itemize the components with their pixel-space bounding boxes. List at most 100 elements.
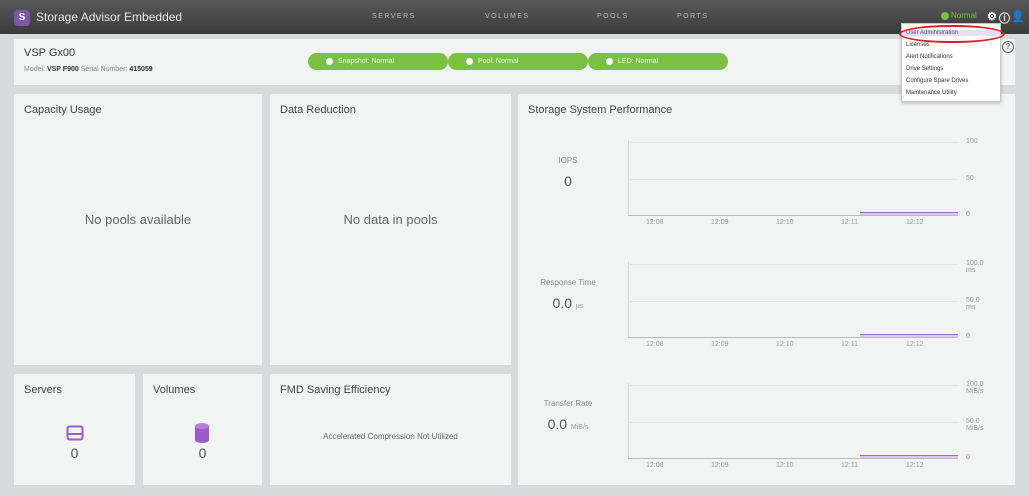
empty-message: No pools available	[84, 212, 192, 227]
x-tick-label: 12:10	[776, 219, 794, 226]
gridline	[628, 301, 958, 302]
check-icon	[326, 58, 333, 65]
check-icon	[606, 58, 613, 65]
menu-item-licenses[interactable]: Licenses	[906, 42, 930, 48]
series-bar	[860, 212, 958, 215]
metric-label: IOPS	[558, 156, 578, 165]
gridline	[628, 264, 958, 265]
x-tick-label: 12:12	[906, 462, 924, 469]
x-tick-label: 12:11	[841, 341, 858, 348]
x-tick-label: 12:10	[776, 341, 794, 348]
x-tick-label: 12:11	[841, 462, 858, 469]
x-axis	[628, 458, 958, 459]
metric-value: 0	[564, 173, 572, 189]
y-tick-label: 0	[966, 333, 970, 340]
serial-value: 415059	[129, 66, 153, 73]
status-text[interactable]: Normal	[951, 11, 977, 20]
fmd-saving-card: FMD Saving Efficiency Accelerated Compre…	[270, 374, 511, 485]
y-tick-label: 100.0 ms	[966, 260, 984, 274]
servers-count: 0	[70, 445, 79, 461]
card-title: FMD Saving Efficiency	[280, 384, 391, 396]
system-summary-card: VSP Gx00 Model: VSP F900 Serial Number: …	[14, 39, 1015, 85]
gridline	[628, 422, 958, 423]
data-reduction-card: Data Reduction No data in pools	[270, 94, 511, 365]
card-title: Volumes	[153, 384, 196, 396]
nav-pools[interactable]: POOLS	[597, 13, 629, 20]
app-title: Storage Advisor Embedded	[36, 10, 183, 24]
x-tick-label: 12:09	[711, 341, 729, 348]
system-name: VSP Gx00	[24, 47, 76, 59]
nav-ports[interactable]: PORTS	[677, 13, 709, 20]
servers-card[interactable]: Servers 0	[14, 374, 135, 485]
metric-1: Response Time 0.0 µs	[518, 278, 618, 311]
server-drive-icon	[66, 425, 84, 441]
y-tick-label: 50.0 MiB/s	[966, 418, 984, 432]
serial-label: Serial Number:	[80, 66, 128, 73]
metric-2: Transfer Rate 0.0 MiB/s	[518, 399, 618, 432]
volumes-card[interactable]: Volumes 0	[143, 374, 262, 485]
check-icon	[466, 58, 473, 65]
snapshot-status-pill[interactable]: Snapshot: Normal	[308, 53, 448, 70]
y-axis-line	[628, 383, 629, 459]
user-icon[interactable]: 👤	[1011, 10, 1025, 23]
x-axis	[628, 337, 958, 338]
perf-chart-0: 100 50 0 12:08 12:09 12:10 12:11 12:12	[628, 134, 978, 226]
x-tick-label: 12:12	[906, 219, 924, 226]
x-tick-label: 12:09	[711, 219, 729, 226]
fmd-message: Accelerated Compression Not Utilized	[323, 432, 458, 441]
gridline	[628, 142, 958, 143]
y-tick-label: 0	[966, 454, 970, 461]
x-axis	[628, 215, 958, 216]
menu-item-alert-notifications[interactable]: Alert Notifications	[906, 54, 953, 60]
menu-item-configure-spare-drives[interactable]: Configure Spare Drives	[906, 78, 968, 84]
series-bar	[860, 334, 958, 337]
y-axis-line	[628, 262, 629, 338]
y-tick-label: 100	[966, 138, 978, 145]
y-tick-label: 50.0 ms	[966, 297, 980, 311]
snapshot-status-label: Snapshot: Normal	[338, 58, 395, 65]
perf-chart-2: 100.0 MiB/s 50.0 MiB/s 0 12:08 12:09 12:10 12:…	[628, 377, 984, 469]
model-label: Model:	[24, 66, 46, 73]
pool-status-pill[interactable]: Pool: Normal	[448, 53, 588, 70]
status-icon	[941, 12, 949, 20]
card-title: Servers	[24, 384, 62, 396]
x-tick-label: 12:09	[711, 462, 729, 469]
model-value: VSP F900	[46, 66, 79, 73]
card-title: Storage System Performance	[528, 104, 673, 116]
metric-value: 0.0 MiB/s	[547, 416, 589, 432]
performance-card: Storage System Performance IOPS 0 100 50 0 1…	[518, 94, 1015, 485]
x-tick-label: 12:08	[646, 219, 664, 226]
help-icon[interactable]: ?	[1002, 41, 1014, 53]
capacity-usage-card: Capacity Usage No pools available	[14, 94, 262, 365]
metric-label: Response Time	[540, 278, 596, 287]
system-meta: Model: VSP F900 Serial Number: 415059	[24, 66, 153, 73]
metric-label: Transfer Rate	[543, 399, 593, 408]
card-title: Capacity Usage	[24, 104, 102, 116]
metric-value: 0.0 µs	[552, 295, 584, 311]
x-tick-label: 12:12	[906, 341, 924, 348]
led-status-pill[interactable]: LED: Normal	[588, 53, 728, 70]
y-tick-label: 100.0 MiB/s	[966, 381, 984, 395]
menu-item-maintenance-utility[interactable]: Maintenance Utility	[906, 90, 957, 96]
y-tick-label: 50	[966, 175, 974, 182]
series-bar	[860, 455, 958, 458]
y-axis-line	[628, 140, 629, 216]
empty-message: No data in pools	[343, 212, 438, 227]
menu-item-drive-settings[interactable]: Drive Settings	[906, 66, 943, 72]
gridline	[628, 385, 958, 386]
x-tick-label: 12:08	[646, 341, 664, 348]
volumes-count: 0	[198, 445, 207, 461]
gear-icon[interactable]: ⚙	[987, 10, 997, 23]
app-logo-icon[interactable]: S	[14, 10, 30, 26]
nav-servers[interactable]: SERVERS	[372, 13, 416, 20]
x-tick-label: 12:10	[776, 462, 794, 469]
metric-0: IOPS 0	[518, 156, 618, 189]
led-status-label: LED: Normal	[618, 58, 659, 65]
nav-volumes[interactable]: VOLUMES	[485, 13, 530, 20]
perf-chart-1: 100.0 ms 50.0 ms 0 12:08 12:09 12:10 12:11 12:1…	[628, 256, 984, 348]
gridline	[628, 179, 958, 180]
top-bar: S Storage Advisor Embedded SERVERS VOLUM…	[0, 0, 1029, 34]
x-tick-label: 12:08	[646, 462, 664, 469]
pool-status-label: Pool: Normal	[478, 58, 519, 65]
volume-cylinder-icon	[195, 423, 209, 443]
